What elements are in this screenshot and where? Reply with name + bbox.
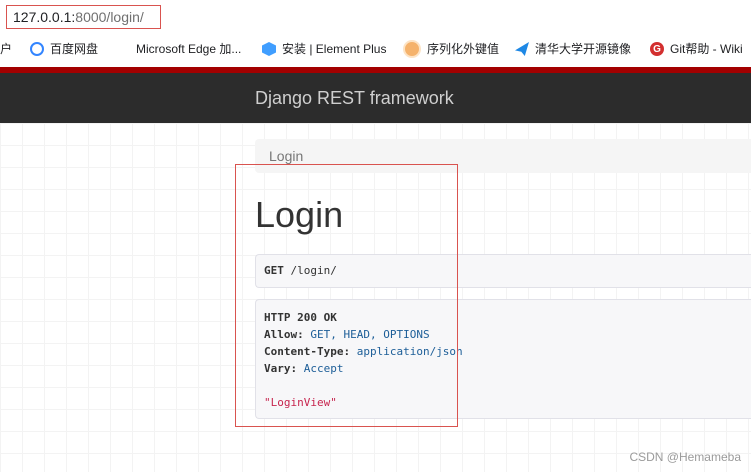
- bookmark-label: 户: [0, 42, 13, 56]
- git-icon: G: [650, 42, 664, 56]
- url-path: 8000/login/: [75, 9, 144, 25]
- watermark: CSDN @Hemameba: [629, 450, 741, 464]
- bookmark-tsinghua-mirror[interactable]: 清华大学开源镜像: [515, 40, 631, 58]
- request-info: GET /login/: [255, 254, 751, 288]
- header-name-allow: Allow:: [264, 328, 304, 341]
- request-path: /login/: [290, 264, 337, 277]
- baidu-netdisk-icon: [30, 42, 44, 56]
- bookmarks-bar: 户 百度网盘 Microsoft Edge 加... 安装 | Element …: [0, 33, 751, 65]
- bookmark-label: 安装 | Element Plus: [282, 42, 387, 56]
- bookmark-label: Microsoft Edge 加...: [136, 42, 242, 56]
- request-method: GET: [264, 264, 284, 277]
- header-value-allow: GET, HEAD, OPTIONS: [310, 328, 430, 341]
- tsinghua-icon: [515, 42, 529, 56]
- element-plus-icon: [262, 42, 276, 56]
- bookmark-baidu-netdisk[interactable]: 百度网盘: [30, 40, 98, 58]
- header-name-vary: Vary:: [264, 362, 298, 375]
- response-status: HTTP 200 OK: [264, 311, 337, 324]
- header-value-content-type: application/json: [356, 345, 463, 358]
- breadcrumb: Login: [255, 139, 751, 173]
- bookmark-label: 序列化外键值: [427, 42, 500, 56]
- microsoft-icon: [116, 42, 130, 56]
- header-name-content-type: Content-Type:: [264, 345, 351, 358]
- url-input[interactable]: 127.0.0.1:8000/login/: [6, 5, 161, 29]
- bookmark-item[interactable]: 户: [0, 40, 12, 58]
- breadcrumb-item-login[interactable]: Login: [269, 148, 303, 164]
- bookmark-label: 百度网盘: [50, 42, 99, 56]
- bookmark-icon: [403, 40, 421, 58]
- response-body: "LoginView": [264, 396, 337, 409]
- url-host: 127.0.0.1:: [13, 9, 76, 25]
- bookmark-serialize-fk[interactable]: 序列化外键值: [403, 40, 499, 58]
- navbar-brand-link[interactable]: Django REST framework: [255, 73, 454, 123]
- page-title: Login: [255, 194, 344, 235]
- response-info: HTTP 200 OK Allow: GET, HEAD, OPTIONS Co…: [255, 299, 751, 419]
- drf-navbar: Django REST framework: [0, 73, 751, 123]
- bookmark-element-plus[interactable]: 安装 | Element Plus: [262, 40, 387, 58]
- bookmark-git-help[interactable]: G Git帮助 - Wiki: [650, 40, 743, 58]
- bookmark-label: 清华大学开源镜像: [535, 42, 632, 56]
- header-value-vary: Accept: [303, 362, 344, 375]
- address-bar: 127.0.0.1:8000/login/: [0, 0, 751, 33]
- bookmark-label: Git帮助 - Wiki: [670, 42, 743, 56]
- bookmark-microsoft-edge[interactable]: Microsoft Edge 加...: [116, 40, 241, 58]
- page-content: Login Login GET /login/ HTTP 200 OK Allo…: [0, 123, 751, 472]
